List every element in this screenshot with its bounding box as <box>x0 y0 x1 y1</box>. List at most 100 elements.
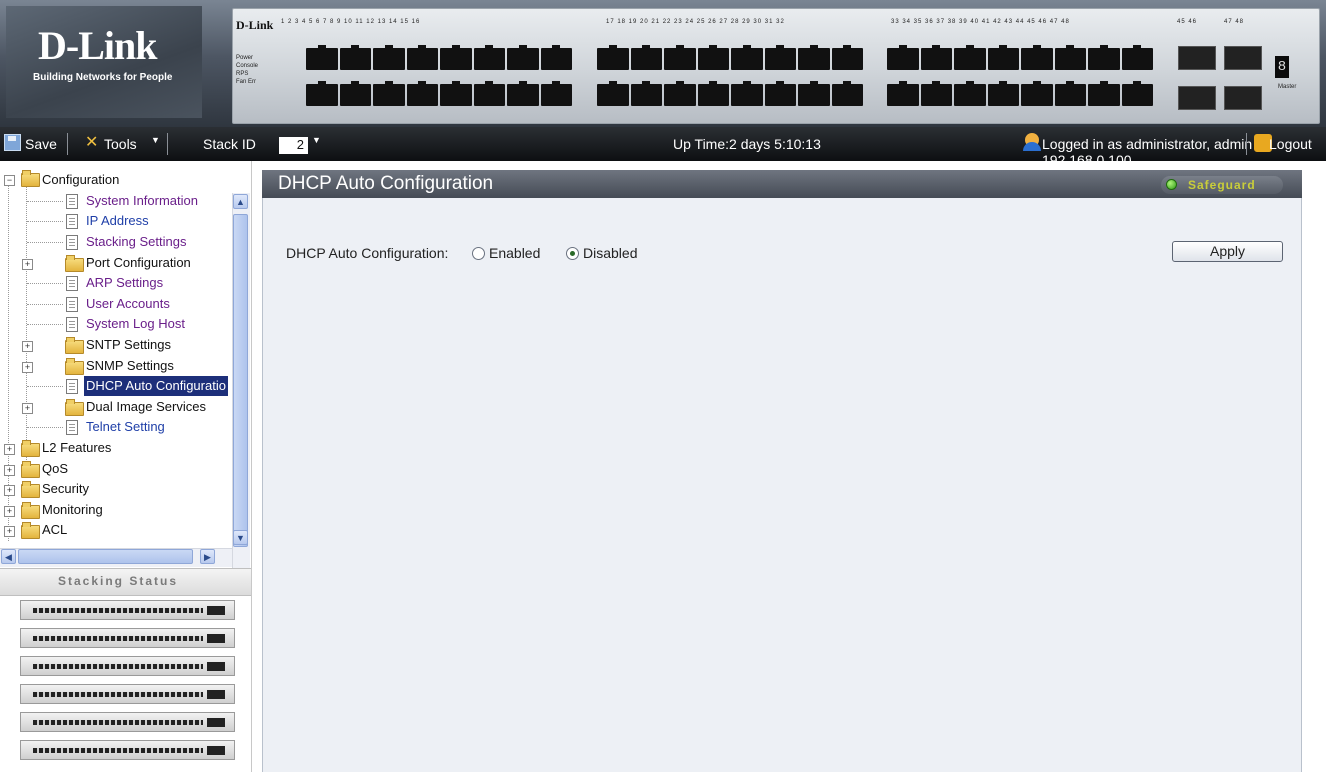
logo-tagline: Building Networks for People <box>33 72 173 83</box>
tree-item-sntp-settings[interactable]: SNTP Settings <box>86 335 171 355</box>
scrollbar-thumb[interactable] <box>18 549 193 564</box>
collapse-icon[interactable]: − <box>4 175 15 186</box>
stack-unit[interactable] <box>20 600 235 620</box>
save-icon[interactable] <box>4 134 21 151</box>
expand-icon[interactable]: + <box>22 403 33 414</box>
expand-icon[interactable]: + <box>22 259 33 270</box>
ethernet-port <box>440 45 472 70</box>
ethernet-port <box>831 81 863 106</box>
tools-menu[interactable]: Tools <box>104 136 137 152</box>
page-icon <box>66 420 78 435</box>
disabled-radio[interactable] <box>566 247 579 260</box>
page-icon <box>66 194 78 209</box>
led-power: Power <box>236 55 254 61</box>
apply-button[interactable]: Apply <box>1172 241 1283 262</box>
safeguard-led-icon <box>1166 179 1177 190</box>
scroll-down-icon[interactable]: ▼ <box>233 530 248 545</box>
tree-item-l2-features[interactable]: L2 Features <box>42 438 111 458</box>
tree-item-stacking-settings[interactable]: Stacking Settings <box>86 232 186 252</box>
stack-unit[interactable] <box>20 712 235 732</box>
ethernet-port <box>440 81 472 106</box>
logout-button[interactable]: Logout <box>1269 136 1312 152</box>
stack-unit[interactable] <box>20 656 235 676</box>
ethernet-port <box>1121 45 1153 70</box>
ethernet-port <box>1054 81 1086 106</box>
chevron-down-icon[interactable]: ▼ <box>312 135 321 145</box>
navigation-tree: − Configuration System Information IP Ad… <box>0 161 252 571</box>
ethernet-port <box>764 45 796 70</box>
ethernet-port <box>697 45 729 70</box>
ethernet-port <box>1021 81 1053 106</box>
enabled-radio[interactable] <box>472 247 485 260</box>
toolbar-divider <box>67 133 68 155</box>
ethernet-port <box>1021 45 1053 70</box>
tree-item-system-information[interactable]: System Information <box>86 191 198 211</box>
tree-connector <box>26 185 27 460</box>
expand-icon[interactable]: + <box>4 526 15 537</box>
disabled-radio-label[interactable]: Disabled <box>583 245 637 261</box>
expand-icon[interactable]: + <box>4 444 15 455</box>
device-status-leds: Power Console RPS Fan Err <box>236 54 258 86</box>
expand-icon[interactable]: + <box>4 485 15 496</box>
folder-icon <box>65 255 84 272</box>
tree-connector <box>27 427 63 428</box>
tree-item-dhcp-auto-configuration[interactable]: DHCP Auto Configuratio <box>84 376 228 396</box>
ethernet-port <box>798 45 830 70</box>
toolbar: Save ✕ Tools ▼ Stack ID 2 ▼ Up Time:2 da… <box>0 127 1326 168</box>
user-icon <box>1023 133 1041 151</box>
ethernet-port <box>798 81 830 106</box>
ethernet-port <box>764 81 796 106</box>
expand-icon[interactable]: + <box>4 506 15 517</box>
tree-connector <box>27 242 63 243</box>
stack-unit[interactable] <box>20 740 235 760</box>
combo-port <box>1178 86 1216 110</box>
chevron-down-icon[interactable]: ▼ <box>151 135 160 145</box>
stack-id-select[interactable]: 2 <box>279 137 308 154</box>
dhcp-auto-config-label: DHCP Auto Configuration: <box>286 245 449 261</box>
scrollbar-thumb[interactable] <box>233 214 248 547</box>
ethernet-port <box>887 81 919 106</box>
ethernet-port <box>630 81 662 106</box>
tools-icon[interactable]: ✕ <box>85 132 98 152</box>
scroll-right-icon[interactable]: ▶ <box>200 549 215 564</box>
page-icon <box>66 276 78 291</box>
stack-unit[interactable] <box>20 628 235 648</box>
tree-item-monitoring[interactable]: Monitoring <box>42 500 103 520</box>
tree-item-user-accounts[interactable]: User Accounts <box>86 294 170 314</box>
tree-item-configuration[interactable]: Configuration <box>42 170 119 190</box>
tree-item-acl[interactable]: ACL <box>42 520 67 540</box>
device-brand: D-Link <box>236 18 274 32</box>
ethernet-port <box>987 81 1019 106</box>
port-numbers-bank-1: 1 2 3 4 5 6 7 8 9 10 11 12 13 14 15 16 <box>281 19 421 25</box>
port-bank-1 <box>306 45 572 106</box>
port-numbers-bank-3: 33 34 35 36 37 38 39 40 41 42 43 44 45 4… <box>891 19 1070 25</box>
master-led-label: Master <box>1278 84 1297 90</box>
ethernet-port <box>597 81 629 106</box>
port-bank-3 <box>887 45 1153 106</box>
tree-item-port-configuration[interactable]: Port Configuration <box>86 253 191 273</box>
page-icon <box>66 379 78 394</box>
ethernet-port <box>887 45 919 70</box>
tree-item-ip-address[interactable]: IP Address <box>86 211 149 231</box>
expand-icon[interactable]: + <box>22 362 33 373</box>
page-icon <box>66 297 78 312</box>
scroll-left-icon[interactable]: ◀ <box>1 549 16 564</box>
tree-item-security[interactable]: Security <box>42 479 89 499</box>
folder-icon <box>21 502 40 519</box>
expand-icon[interactable]: + <box>4 465 15 476</box>
save-button[interactable]: Save <box>25 136 57 152</box>
enabled-radio-label[interactable]: Enabled <box>489 245 540 261</box>
tree-item-qos[interactable]: QoS <box>42 459 68 479</box>
tree-item-arp-settings[interactable]: ARP Settings <box>86 273 163 293</box>
tree-item-snmp-settings[interactable]: SNMP Settings <box>86 356 174 376</box>
expand-icon[interactable]: + <box>22 341 33 352</box>
stack-unit[interactable] <box>20 684 235 704</box>
scroll-up-icon[interactable]: ▲ <box>233 194 248 209</box>
combo-port <box>1224 86 1262 110</box>
folder-icon <box>65 337 84 354</box>
tree-item-dual-image-services[interactable]: Dual Image Services <box>86 397 206 417</box>
ethernet-port <box>831 45 863 70</box>
tree-item-system-log-host[interactable]: System Log Host <box>86 314 185 334</box>
port-bank-2 <box>597 45 863 106</box>
tree-item-telnet-setting[interactable]: Telnet Setting <box>86 417 165 437</box>
